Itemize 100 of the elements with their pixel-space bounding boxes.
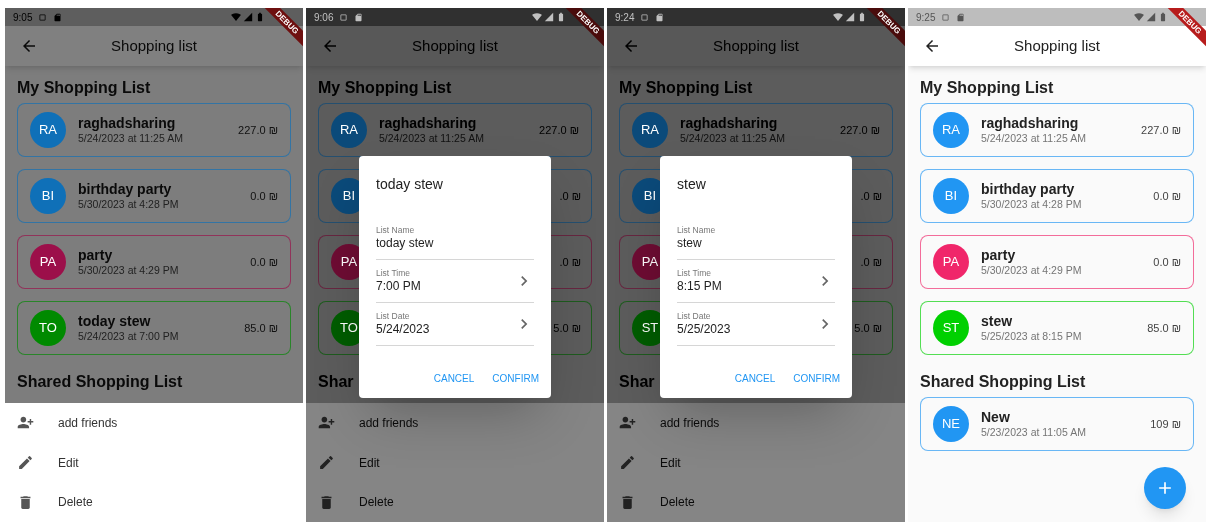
avatar: PA: [933, 244, 969, 280]
list-date: 5/25/2023 at 8:15 PM: [981, 330, 1082, 344]
field-label: List Name: [376, 225, 416, 236]
field-label: List Time: [376, 268, 411, 279]
list-name: raghadsharing: [981, 114, 1080, 133]
menu-item[interactable]: add friends: [660, 413, 720, 432]
sd-card-icon: [655, 12, 665, 22]
menu-item[interactable]: Edit: [58, 453, 79, 472]
status-time: 9:05: [13, 10, 33, 25]
form-field[interactable]: List Date 5/25/2023: [677, 303, 835, 346]
menu-item[interactable]: Delete: [58, 493, 93, 512]
avatar: ST: [933, 310, 969, 346]
list-amount: 227.0 ₪: [238, 122, 278, 138]
status-time: 9:24: [615, 10, 635, 25]
battery-icon: [1158, 12, 1168, 22]
list-amount: 227.0 ₪: [840, 122, 880, 138]
avatar: RA: [331, 112, 367, 148]
battery-icon: [857, 12, 867, 22]
list-date: 5/30/2023 at 4:28 PM: [78, 198, 179, 212]
pencil-icon: [318, 454, 335, 471]
app-bar-title: Shopping list: [712, 35, 800, 56]
signal-icon: [544, 12, 554, 22]
list-card[interactable]: NE New 5/23/2023 at 11:05 AM 109 ₪: [920, 397, 1194, 451]
section-title: Shar: [318, 372, 354, 392]
field-value: stew: [677, 235, 703, 251]
form-field[interactable]: List Time 7:00 PM: [376, 260, 534, 303]
section-title: My Shopping List: [619, 78, 753, 98]
dialog-title: today stew: [376, 175, 444, 194]
menu-item[interactable]: Delete: [359, 493, 394, 512]
field-value: 5/24/2023: [376, 321, 431, 337]
wifi-icon: [532, 12, 542, 22]
app-bar-title: Shopping list: [110, 35, 198, 56]
list-amount: 0.0 ₪: [1153, 188, 1181, 204]
app-bar-title: Shopping list: [411, 35, 499, 56]
list-name: party: [78, 246, 114, 265]
section-title: My Shopping List: [318, 78, 452, 98]
list-amount: 227.0 ₪: [1141, 122, 1181, 138]
list-card[interactable]: RA raghadsharing 5/24/2023 at 11:25 AM 227.0 ₪: [920, 103, 1194, 157]
pencil-icon: [17, 454, 34, 471]
dialog-title: stew: [677, 175, 707, 194]
list-amount: 227.0 ₪: [539, 122, 579, 138]
list-card[interactable]: ST stew 5/25/2023 at 8:15 PM 85.0 ₪: [920, 301, 1194, 355]
list-name: stew: [981, 312, 1014, 331]
list-amount: 109 ₪: [1150, 416, 1181, 432]
wifi-icon: [833, 12, 843, 22]
section-title: Shar: [619, 372, 655, 392]
list-date: 5/24/2023 at 11:25 AM: [981, 132, 1086, 146]
wifi-icon: [231, 12, 241, 22]
menu-item[interactable]: add friends: [58, 413, 118, 432]
list-amount: 5.0 ₪: [854, 320, 882, 336]
field-value: 5/25/2023: [677, 321, 732, 337]
menu-item[interactable]: Edit: [359, 453, 380, 472]
field-value: 8:15 PM: [677, 278, 723, 294]
avatar: RA: [933, 112, 969, 148]
list-card[interactable]: PA party 5/30/2023 at 4:29 PM 0.0 ₪: [920, 235, 1194, 289]
form-field[interactable]: List Date 5/24/2023: [376, 303, 534, 346]
section-title: My Shopping List: [17, 78, 151, 98]
avatar: BI: [30, 178, 66, 214]
section-title: Shared Shopping List: [920, 372, 1086, 392]
list-card[interactable]: BI birthday party 5/30/2023 at 4:28 PM 0.0 ₪: [920, 169, 1194, 223]
sd-card-icon: [956, 12, 966, 22]
section-title: Shared Shopping List: [17, 372, 183, 392]
list-card[interactable]: RA raghadsharing 5/24/2023 at 11:25 AM 227.0 ₪: [619, 103, 893, 157]
list-date: 5/24/2023 at 11:25 AM: [680, 132, 785, 146]
list-name: party: [981, 246, 1017, 265]
list-amount: 85.0 ₪: [244, 320, 278, 336]
sd-card-icon: [354, 12, 364, 22]
form-field[interactable]: List Name stew: [677, 217, 835, 260]
status-time: 9:25: [916, 10, 936, 25]
field-label: List Date: [677, 311, 712, 322]
app-bar-title: Shopping list: [1013, 35, 1101, 56]
list-card[interactable]: RA raghadsharing 5/24/2023 at 11:25 AM 227.0 ₪: [17, 103, 291, 157]
avatar: TO: [30, 310, 66, 346]
menu-item[interactable]: Delete: [660, 493, 695, 512]
list-date: 5/30/2023 at 4:29 PM: [78, 264, 179, 278]
list-card[interactable]: RA raghadsharing 5/24/2023 at 11:25 AM 227.0 ₪: [318, 103, 592, 157]
field-label: List Name: [677, 225, 717, 236]
pencil-icon: [619, 454, 636, 471]
form-field[interactable]: List Name today stew: [376, 217, 534, 260]
list-amount: 0.0 ₪: [250, 254, 278, 270]
list-amount: 0.0 ₪: [1153, 254, 1181, 270]
signal-icon: [243, 12, 253, 22]
list-name: raghadsharing: [379, 114, 478, 133]
add-button[interactable]: [1144, 467, 1186, 509]
menu-item[interactable]: add friends: [359, 413, 419, 432]
list-amount: 0.0 ₪: [250, 188, 278, 204]
list-name: today stew: [78, 312, 152, 331]
list-name: raghadsharing: [680, 114, 779, 133]
avatar: RA: [30, 112, 66, 148]
list-card[interactable]: TO today stew 5/24/2023 at 7:00 PM 85.0 ₪: [17, 301, 291, 355]
list-date: 5/24/2023 at 11:25 AM: [78, 132, 183, 146]
avatar: BI: [933, 178, 969, 214]
section-title: My Shopping List: [920, 78, 1054, 98]
sd-card-icon: [53, 12, 63, 22]
form-field[interactable]: List Time 8:15 PM: [677, 260, 835, 303]
list-card[interactable]: PA party 5/30/2023 at 4:29 PM 0.0 ₪: [17, 235, 291, 289]
menu-item[interactable]: Edit: [660, 453, 681, 472]
list-amount: 85.0 ₪: [1147, 320, 1181, 336]
list-card[interactable]: BI birthday party 5/30/2023 at 4:28 PM 0.0 ₪: [17, 169, 291, 223]
list-amount: .0 ₪: [860, 188, 882, 204]
